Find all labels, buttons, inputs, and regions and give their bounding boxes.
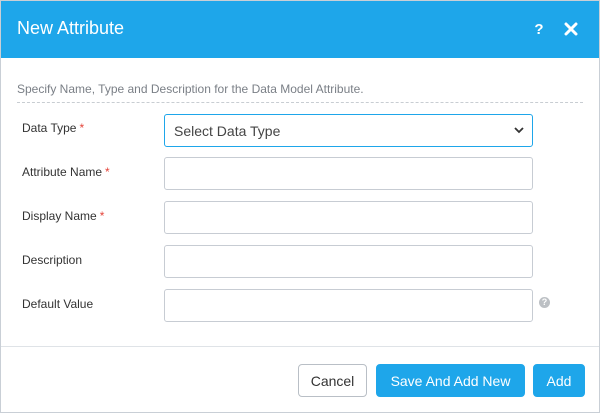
display-name-label-text: Display Name bbox=[22, 209, 97, 223]
chevron-down-icon bbox=[514, 127, 524, 134]
dialog-intro-text: Specify Name, Type and Description for t… bbox=[17, 82, 583, 103]
data-type-label-text: Data Type bbox=[22, 121, 77, 135]
display-name-label: Display Name * bbox=[22, 209, 104, 223]
info-icon[interactable]: ? bbox=[539, 297, 550, 308]
required-marker: * bbox=[79, 121, 85, 135]
display-name-input[interactable] bbox=[164, 201, 533, 234]
description-input[interactable] bbox=[164, 245, 533, 278]
save-and-add-new-button[interactable]: Save And Add New bbox=[376, 364, 525, 397]
default-value-input[interactable] bbox=[164, 289, 533, 322]
close-icon-glyph bbox=[564, 22, 578, 36]
attribute-name-label: Attribute Name * bbox=[22, 165, 110, 179]
attribute-name-label-text: Attribute Name bbox=[22, 165, 103, 179]
dialog-header: New Attribute ? bbox=[1, 1, 599, 58]
footer-divider bbox=[1, 346, 599, 347]
data-type-selected-value: Select Data Type bbox=[174, 123, 281, 139]
required-marker: * bbox=[99, 209, 105, 223]
dialog-title: New Attribute bbox=[17, 18, 125, 38]
cancel-button[interactable]: Cancel bbox=[298, 364, 367, 397]
add-button[interactable]: Add bbox=[533, 364, 585, 397]
attribute-name-input[interactable] bbox=[164, 157, 533, 190]
data-type-label: Data Type * bbox=[22, 121, 84, 135]
close-icon[interactable] bbox=[561, 17, 581, 41]
new-attribute-dialog: New Attribute ? Specify Name, Type and D… bbox=[0, 0, 600, 413]
help-icon[interactable]: ? bbox=[531, 17, 547, 41]
data-type-select[interactable]: Select Data Type bbox=[164, 114, 533, 147]
required-marker: * bbox=[105, 165, 110, 179]
description-label: Description bbox=[22, 253, 83, 267]
default-value-label: Default Value bbox=[22, 297, 94, 311]
